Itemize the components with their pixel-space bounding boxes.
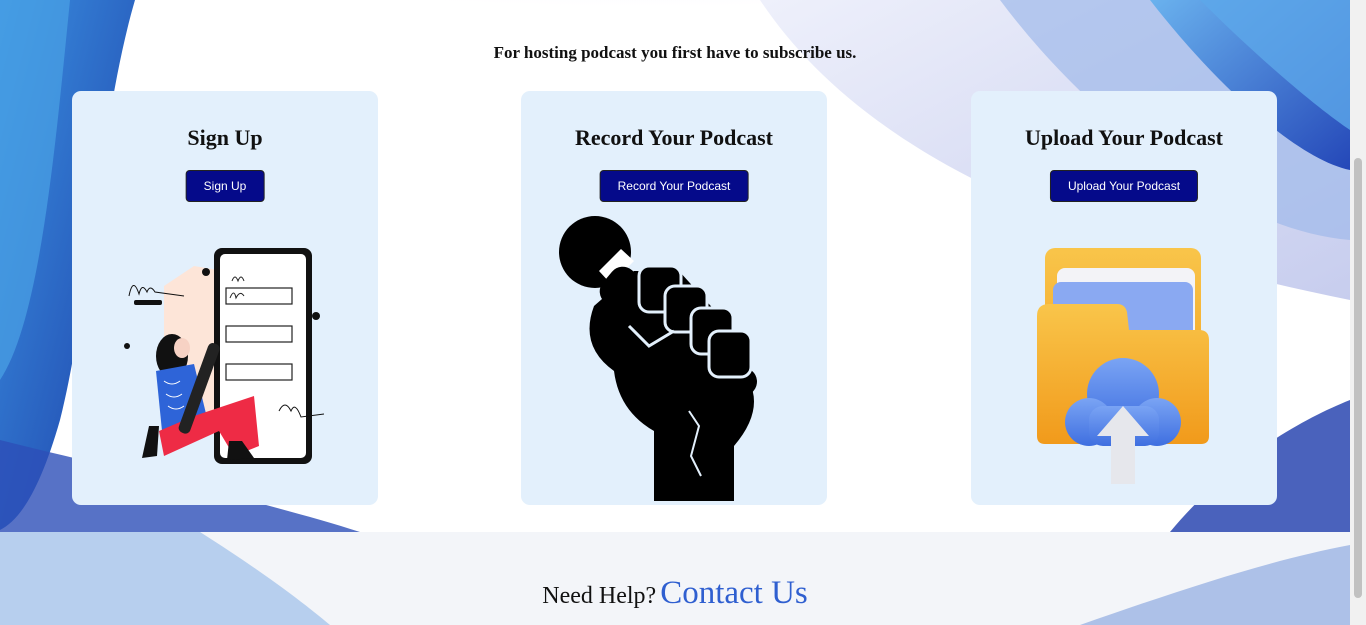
microphone-fist-icon <box>559 216 791 505</box>
signup-button[interactable]: Sign Up <box>185 170 265 202</box>
signup-illustration-icon <box>124 246 329 475</box>
scrollbar-thumb[interactable] <box>1354 158 1362 598</box>
upload-card-title: Upload Your Podcast <box>1024 125 1224 150</box>
upload-button[interactable]: Upload Your Podcast <box>1049 170 1199 202</box>
signup-card: Sign Up Sign Up <box>72 91 378 505</box>
help-footer: Need Help? Contact Us <box>0 575 1350 612</box>
record-card: Record Your Podcast Record Your Podcast <box>521 91 827 505</box>
folder-upload-icon <box>1037 246 1212 490</box>
scrollbar[interactable] <box>1350 0 1366 625</box>
signup-card-title: Sign Up <box>187 125 263 150</box>
contact-us-link[interactable]: Contact Us <box>660 575 808 611</box>
upload-card: Upload Your Podcast Upload Your Podcast <box>971 91 1277 505</box>
help-question: Need Help? <box>542 583 657 609</box>
record-button[interactable]: Record Your Podcast <box>599 170 749 202</box>
subscribe-notice: For hosting podcast you first have to su… <box>493 43 857 62</box>
record-card-title: Record Your Podcast <box>575 125 773 150</box>
